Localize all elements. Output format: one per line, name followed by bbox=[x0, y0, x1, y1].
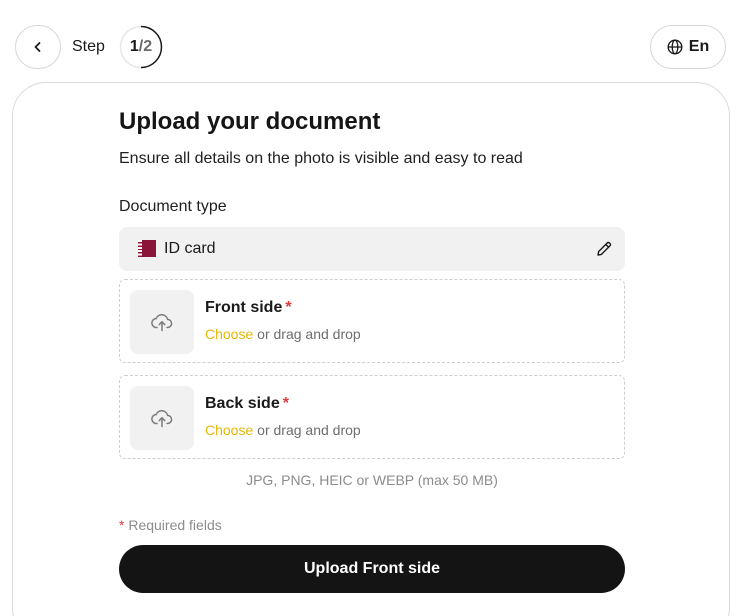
required-fields-note: * Required fields bbox=[119, 517, 222, 533]
back-side-label: Back side bbox=[205, 395, 280, 412]
page-subtitle: Ensure all details on the photo is visib… bbox=[119, 150, 523, 167]
back-upload-icon-tile bbox=[130, 386, 194, 450]
back-choose-link[interactable]: Choose bbox=[205, 422, 253, 438]
step-total: 2 bbox=[143, 38, 153, 55]
document-type-value: ID card bbox=[164, 240, 216, 257]
drag-drop-text: or drag and drop bbox=[253, 326, 361, 342]
qatar-flag-icon bbox=[138, 240, 156, 257]
required-mark: * bbox=[285, 299, 292, 316]
language-selector-button[interactable]: En bbox=[650, 25, 726, 69]
upload-front-side-button[interactable]: Upload Front side bbox=[119, 545, 625, 593]
document-type-label: Document type bbox=[119, 198, 227, 215]
front-side-hint: Choose or drag and drop bbox=[205, 326, 361, 342]
front-upload-icon-tile bbox=[130, 290, 194, 354]
back-button[interactable] bbox=[15, 25, 61, 69]
front-side-label: Front side bbox=[205, 299, 283, 316]
back-side-title: Back side * bbox=[205, 395, 289, 413]
pencil-icon[interactable] bbox=[595, 240, 613, 258]
required-fields-text: Required fields bbox=[124, 517, 222, 533]
language-label: En bbox=[688, 38, 710, 55]
accepted-formats-note: JPG, PNG, HEIC or WEBP (max 50 MB) bbox=[246, 472, 498, 488]
step-progress-indicator: 1/2 bbox=[119, 25, 163, 69]
page-title: Upload your document bbox=[119, 108, 381, 135]
chevron-left-icon bbox=[34, 42, 41, 52]
cloud-upload-icon bbox=[151, 314, 173, 332]
step-current: 1 bbox=[129, 38, 139, 55]
upload-card: Upload your document Ensure all details … bbox=[12, 82, 730, 616]
drag-drop-text: or drag and drop bbox=[253, 422, 361, 438]
document-type-select[interactable]: ID card bbox=[119, 227, 625, 271]
front-side-title: Front side * bbox=[205, 299, 292, 317]
back-side-upload[interactable]: Back side * Choose or drag and drop bbox=[119, 375, 625, 459]
step-label: Step bbox=[72, 38, 105, 55]
required-mark: * bbox=[282, 395, 289, 412]
back-side-hint: Choose or drag and drop bbox=[205, 422, 361, 438]
front-side-upload[interactable]: Front side * Choose or drag and drop bbox=[119, 279, 625, 363]
globe-icon bbox=[667, 39, 683, 55]
top-bar: Step 1/2 En bbox=[0, 0, 745, 82]
cloud-upload-icon bbox=[151, 410, 173, 428]
front-choose-link[interactable]: Choose bbox=[205, 326, 253, 342]
